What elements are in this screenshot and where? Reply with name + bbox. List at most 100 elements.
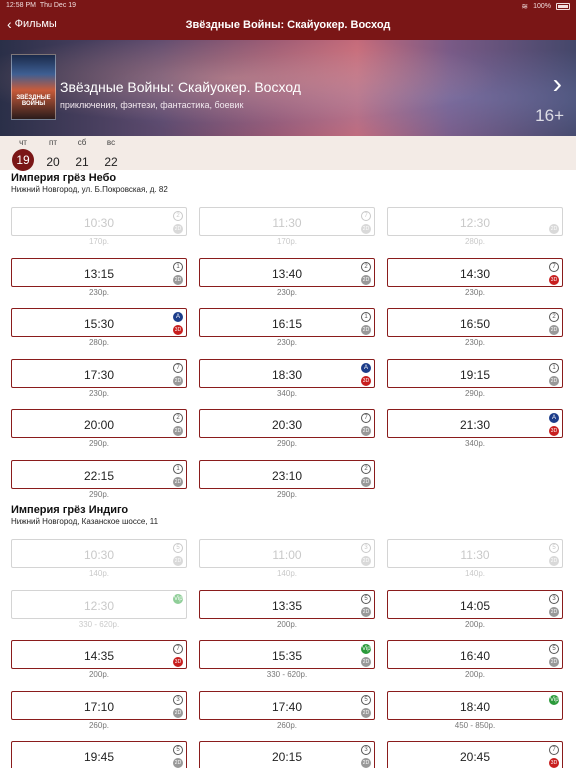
session-price: 290р.	[88, 439, 110, 448]
format-badge-icon: 2D	[173, 274, 183, 285]
session-price: 140р.	[88, 569, 110, 578]
movie-genres: приключения, фэнтези, фантастика, боевик	[60, 100, 244, 110]
session-time: 17:30	[83, 367, 115, 382]
session-button[interactable]: 20:15 3 2D	[199, 741, 375, 768]
format-badge-icon: 2D	[173, 707, 183, 718]
date-number: 20	[46, 155, 60, 169]
session-time: 13:35	[271, 598, 303, 613]
session-button[interactable]: 19:45 5 2D	[11, 741, 187, 768]
hall-badge-icon: 5	[549, 644, 559, 654]
session-price: 200р.	[276, 619, 298, 629]
hall-badge-icon: Vip	[173, 593, 183, 604]
session-button[interactable]: 20:30 7 2D	[199, 409, 375, 438]
date-item[interactable]: чт 19	[12, 136, 34, 171]
session-button[interactable]: 18:30 A 3D	[199, 358, 375, 388]
hall-badge-icon: 1	[173, 261, 183, 272]
session-button[interactable]: 17:40 5 2D	[199, 690, 375, 720]
session-button[interactable]: 18:40 Vip	[387, 690, 563, 720]
format-badge-icon: 2D	[549, 606, 559, 617]
wifi-icon: ≋	[521, 2, 529, 11]
session-button[interactable]: 16:40 5 2D	[387, 640, 563, 669]
session-price: 450 - 850р.	[454, 720, 496, 730]
session-button[interactable]: 17:10 3 2D	[11, 690, 187, 720]
session-time: 20:15	[271, 750, 303, 764]
session-button[interactable]: 20:00 2 2D	[11, 409, 187, 438]
hall-badge-icon: 2	[549, 312, 559, 322]
status-date: Thu Dec 19	[39, 2, 77, 9]
session-button[interactable]: 16:15 1 2D	[199, 308, 375, 337]
session-button[interactable]: 22:15 1 2D	[11, 459, 187, 489]
session-price: 280р.	[464, 237, 486, 246]
format-badge-icon: 2D	[549, 556, 559, 566]
cinema-address: Нижний Новгород, ул. Б.Покровская, д. 82	[11, 185, 168, 194]
session-button[interactable]: 14:35 7 3D	[11, 640, 187, 669]
session-time: 16:50	[459, 317, 491, 331]
session-price: 140р.	[276, 569, 298, 578]
hall-badge-icon: 5	[173, 745, 183, 755]
session-button[interactable]: 17:30 7 2D	[11, 358, 187, 388]
hall-badge-icon: 2	[173, 211, 183, 221]
date-weekday: вс	[106, 138, 116, 147]
format-badge-icon: 2D	[173, 426, 183, 436]
format-badge-icon: 2D	[361, 274, 371, 285]
session-time: 16:40	[459, 649, 491, 663]
hall-badge-icon: 2	[173, 413, 183, 423]
status-time: 12:58 PM Thu Dec 19	[6, 2, 76, 9]
session-price: 290р.	[88, 489, 110, 499]
poster-title: ЗВЁЗДНЫЕ ВОЙНЫ	[16, 95, 51, 107]
format-badge-icon: 2D	[361, 224, 371, 234]
format-badge-icon: 3D	[361, 375, 371, 386]
format-badge-icon: 2D	[549, 325, 559, 335]
hall-badge-icon: 5	[549, 543, 559, 553]
session-time: 12:30	[459, 216, 491, 230]
date-item[interactable]: сб 21	[71, 136, 93, 173]
hall-badge-icon: 7	[549, 261, 559, 272]
session-price: 230р.	[276, 287, 298, 297]
format-badge-icon: 3D	[549, 426, 559, 436]
session-price: 280р.	[88, 338, 110, 347]
format-badge-icon: 2D	[173, 758, 183, 768]
cinema-name[interactable]: Империя грёз Небо	[11, 172, 116, 184]
session-button[interactable]: 21:30 A 3D	[387, 409, 563, 438]
session-button[interactable]: 15:35 Vip 2D	[199, 640, 375, 669]
session-price: 230р.	[464, 338, 486, 347]
session-time: 22:15	[83, 468, 115, 483]
session-button[interactable]: 20:45 7 3D	[387, 741, 563, 768]
date-item[interactable]: вс 22	[100, 136, 122, 173]
date-item[interactable]: пт 20	[42, 136, 64, 173]
format-badge-icon: 2D	[361, 426, 371, 436]
format-badge-icon: 2D	[173, 556, 183, 566]
format-badge-icon: 3D	[549, 274, 559, 285]
nav-title: Звёздные Войны: Скайуокер. Восход	[185, 19, 391, 31]
session-button: 12:30 2D	[387, 207, 563, 236]
hall-badge-icon: 5	[173, 543, 183, 553]
hall-badge-icon: 3	[361, 543, 371, 553]
session-button[interactable]: 14:05 3 2D	[387, 589, 563, 619]
cinema-name[interactable]: Империя грёз Индиго	[11, 504, 128, 516]
hall-badge-icon: 2	[361, 463, 371, 474]
session-button[interactable]: 14:30 7 3D	[387, 257, 563, 287]
hall-badge-icon: 3	[173, 694, 183, 705]
session-button: 10:30 5 2D	[11, 539, 187, 568]
status-time-text: 12:58 PM	[6, 2, 36, 9]
session-time: 21:30	[459, 418, 491, 432]
session-button[interactable]: 23:10 2 2D	[199, 459, 375, 489]
hall-badge-icon: Vip	[361, 644, 371, 654]
movie-poster[interactable]: ЗВЁЗДНЫЕ ВОЙНЫ	[11, 54, 56, 120]
session-button[interactable]: 13:35 5 2D	[199, 589, 375, 619]
session-button: 10:30 2 2D	[11, 207, 187, 236]
format-badge-icon: 2D	[549, 224, 559, 234]
hall-badge-icon: Vip	[549, 694, 559, 705]
session-button[interactable]: 13:15 1 2D	[11, 257, 187, 287]
session-button[interactable]: 13:40 2 2D	[199, 257, 375, 287]
session-button[interactable]: 15:30 A 3D	[11, 308, 187, 337]
date-weekday: чт	[19, 138, 27, 147]
session-time: 11:30	[272, 216, 302, 230]
session-time: 23:10	[271, 468, 303, 483]
session-button[interactable]: 19:15 1 2D	[387, 358, 563, 388]
chevron-right-icon[interactable]: ›	[553, 68, 562, 100]
format-badge-icon: 2D	[361, 758, 371, 768]
session-button[interactable]: 16:50 2 2D	[387, 308, 563, 337]
movie-header[interactable]: ЗВЁЗДНЫЕ ВОЙНЫ Звёздные Войны: Скайуокер…	[0, 40, 576, 136]
session-price: 200р.	[464, 619, 486, 629]
